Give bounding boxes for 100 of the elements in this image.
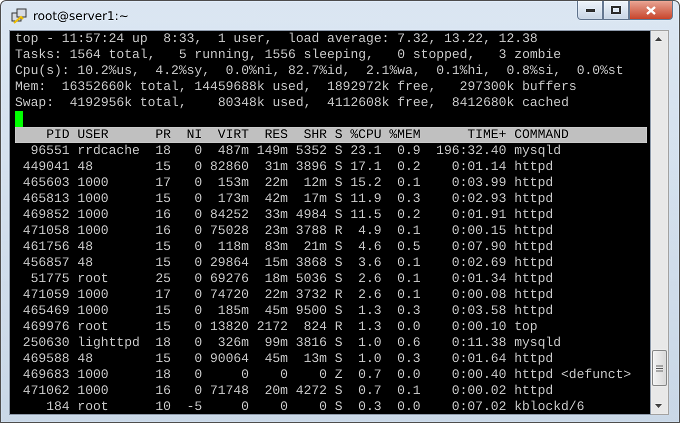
table-cell-text: 74720	[208, 287, 249, 303]
table-cell-text: 0.1	[396, 255, 421, 271]
table-cell-text: 1000	[77, 191, 110, 207]
table-cell-text: 0.0	[396, 367, 421, 383]
table-cell-text: 469852	[22, 207, 70, 223]
table-cell-text: R	[334, 287, 343, 303]
table-cell-text: 12m	[302, 175, 327, 191]
scroll-thumb[interactable]	[652, 350, 667, 386]
maximize-button[interactable]	[603, 1, 629, 20]
table-cell-text: 15	[154, 303, 171, 319]
table-cell-text: S	[334, 271, 343, 287]
table-cell-text: 48	[77, 159, 94, 175]
close-icon	[646, 6, 656, 14]
table-cell-text: 0	[193, 255, 202, 271]
table-cell-text: root	[77, 319, 110, 335]
summary-line: Cpu(s): 10.2%us, 4.2%sy, 0.0%ni, 82.7%id, 2.1%wa, 0.1%hi, 0.8%si, 0.0%st	[15, 63, 624, 79]
table-cell-text: 487m	[216, 143, 249, 159]
table-cell-text: 465603	[22, 175, 70, 191]
table-cell-text: 469588	[22, 351, 70, 367]
table-cell-text: 0	[193, 351, 202, 367]
column-header: USER	[77, 127, 110, 143]
table-cell-text: 471062	[22, 383, 70, 399]
table-cell-text: 326m	[216, 335, 249, 351]
table-cell-text: 25	[154, 271, 171, 287]
table-cell-text: -5	[186, 399, 202, 414]
close-button[interactable]	[629, 1, 673, 20]
table-cell-text: 0:07.90	[450, 239, 506, 255]
table-cell-text: 22m	[264, 175, 288, 191]
table-cell-text: httpd	[514, 191, 554, 207]
table-cell-text: httpd	[514, 383, 554, 399]
table-cell-text: 0:07.02	[450, 399, 506, 414]
scrollbar[interactable]	[651, 30, 669, 415]
table-cell-text: 71748	[208, 383, 249, 399]
table-cell-text: S	[334, 303, 343, 319]
table-cell-text: 0:01.91	[450, 207, 506, 223]
table-cell-text: 471059	[22, 287, 70, 303]
table-cell-text: 0:01.14	[450, 159, 506, 175]
table-cell-text: 83m	[264, 239, 288, 255]
table-cell-text: 4272	[294, 383, 327, 399]
table-cell-text: 250630	[22, 335, 70, 351]
summary-line: Tasks: 1564 total, 5 running, 1556 sleeping, 0 stopped, 3 zombie	[15, 47, 562, 63]
table-cell-text: 149m	[256, 143, 288, 159]
table-cell-text: 20m	[264, 383, 288, 399]
table-cell-text: 5036	[294, 271, 327, 287]
table-cell-text: 0	[193, 223, 202, 239]
table-cell-text: 15	[154, 191, 171, 207]
table-cell-text: 13m	[302, 351, 327, 367]
table-cell-text: 0	[193, 367, 202, 383]
column-header: RES	[264, 127, 288, 143]
table-cell-text: 0:01.64	[450, 351, 506, 367]
table-cell-text: Z	[334, 367, 343, 383]
column-header: PID	[45, 127, 70, 143]
table-cell-text: 15	[154, 239, 171, 255]
table-cell-text: 1.0	[357, 335, 382, 351]
table-cell-text: 33m	[264, 207, 288, 223]
column-header: %MEM	[388, 127, 421, 143]
table-cell-text: 16	[154, 223, 171, 239]
column-header: COMMAND	[514, 127, 570, 143]
table-cell-text: 15m	[264, 255, 288, 271]
table-cell-text: 0	[193, 383, 202, 399]
table-cell-text: S	[334, 383, 343, 399]
table-cell-text: 9500	[294, 303, 327, 319]
table-cell-text: 1000	[77, 287, 110, 303]
minimize-button[interactable]	[577, 1, 603, 20]
table-cell-text: 18	[154, 335, 171, 351]
table-cell-text: 29864	[208, 255, 249, 271]
table-cell-text: 1000	[77, 223, 110, 239]
table-cell-text: S	[334, 207, 343, 223]
table-cell-text: 1000	[77, 367, 110, 383]
table-cell-text: 196:32.40	[435, 143, 506, 159]
table-cell-text: 48	[77, 351, 94, 367]
table-cell-text: 0.9	[396, 143, 421, 159]
table-cell-text: S	[334, 143, 343, 159]
table-cell-text: 45m	[264, 303, 288, 319]
table-cell-text: 1000	[77, 175, 110, 191]
table-cell-text: 1000	[77, 207, 110, 223]
table-cell-text: S	[334, 399, 343, 414]
table-cell-text: 0:00.08	[450, 287, 506, 303]
table-cell-text: 99m	[264, 335, 288, 351]
table-cell-text: S	[334, 175, 343, 191]
table-cell-text: 824	[302, 319, 327, 335]
table-cell-text: 0.1	[396, 175, 421, 191]
table-cell-text: 0.7	[357, 383, 382, 399]
table-cell-text: 471058	[22, 223, 70, 239]
table-cell-text: 51775	[30, 271, 70, 287]
table-cell-text: 0.2	[396, 207, 421, 223]
table-cell-text: 15.2	[349, 175, 382, 191]
summary-line: Mem: 16352660k total, 14459688k used, 1892972k free, 297300k buffers	[15, 79, 578, 95]
table-cell-text: 23.1	[349, 143, 382, 159]
table-cell-text: 0	[193, 143, 202, 159]
table-cell-text: 69276	[208, 271, 249, 287]
table-cell-text: 13820	[208, 319, 249, 335]
table-cell-text: 3868	[294, 255, 327, 271]
table-cell-text: 3896	[294, 159, 327, 175]
table-cell-text: 16	[154, 383, 171, 399]
table-cell-text: 31m	[264, 159, 288, 175]
table-cell-text: 16	[154, 207, 171, 223]
table-cell-text: 15	[154, 351, 171, 367]
table-cell-text: 48	[77, 239, 94, 255]
column-header: NI	[186, 127, 202, 143]
